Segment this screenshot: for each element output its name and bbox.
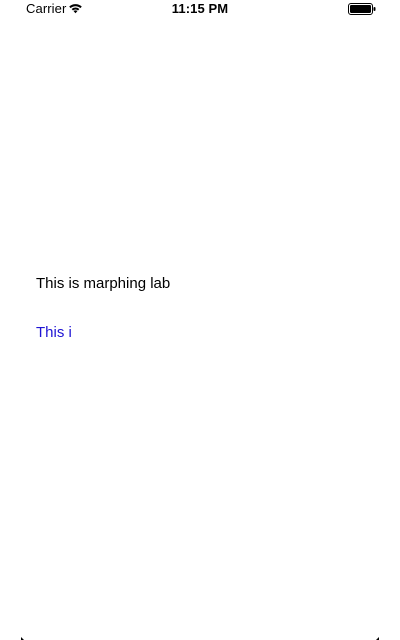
primary-label: This is marphing lab xyxy=(36,275,171,292)
morphing-label: This i xyxy=(36,324,72,341)
status-bar: Carrier 11:15 PM xyxy=(0,0,400,20)
battery-icon xyxy=(348,3,376,15)
status-time: 11:15 PM xyxy=(171,1,229,16)
